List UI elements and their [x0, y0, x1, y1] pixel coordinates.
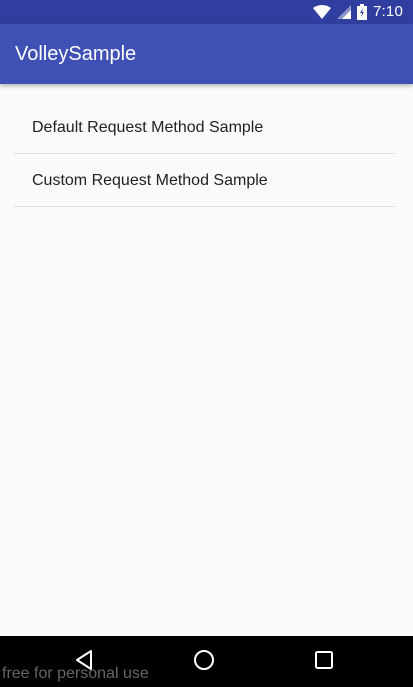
main-content: Default Request Method Sample Custom Req…: [0, 84, 413, 636]
recents-button[interactable]: [312, 650, 336, 674]
recents-icon: [314, 650, 334, 675]
list-item-default-request[interactable]: Default Request Method Sample: [14, 101, 395, 154]
signal-icon: [337, 5, 351, 19]
list-item-label: Custom Request Method Sample: [32, 172, 268, 189]
app-bar: VolleySample: [0, 24, 413, 84]
wifi-icon: [313, 5, 331, 19]
list-item-label: Default Request Method Sample: [32, 119, 264, 136]
sample-list: Default Request Method Sample Custom Req…: [14, 101, 395, 207]
status-icons: 7:10: [313, 3, 403, 21]
home-icon: [193, 649, 215, 676]
status-bar: 7:10: [0, 0, 413, 24]
watermark-text: free for personal use: [2, 665, 149, 682]
battery-icon: [357, 4, 367, 20]
app-title: VolleySample: [15, 43, 137, 65]
list-item-custom-request[interactable]: Custom Request Method Sample: [14, 154, 395, 207]
status-time: 7:10: [373, 3, 403, 20]
home-button[interactable]: [192, 649, 216, 676]
